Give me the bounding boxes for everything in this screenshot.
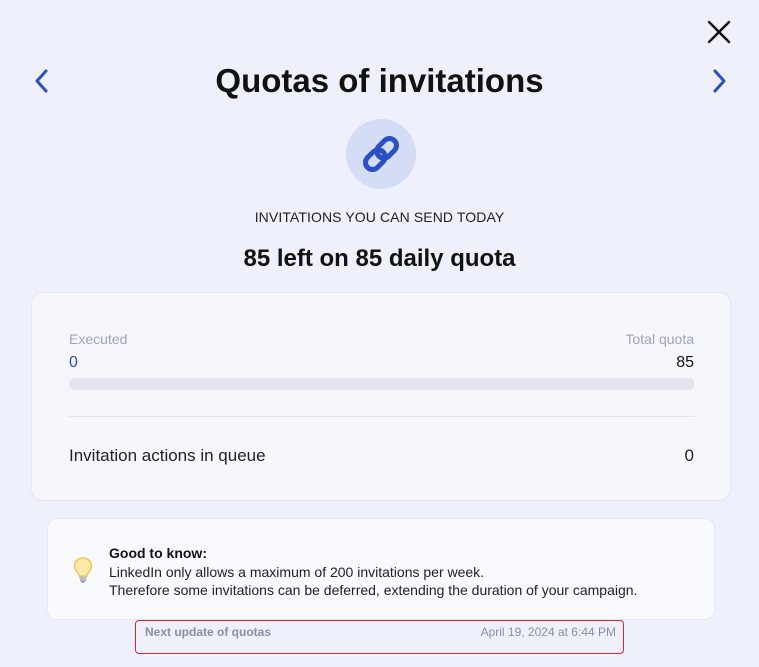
- quota-progress-bar: [69, 378, 695, 390]
- quota-headline: 85 left on 85 daily quota: [243, 245, 516, 272]
- total-quota-value: 85: [676, 354, 694, 371]
- quota-card: Executed Total quota 0 85 Invitation act…: [31, 292, 731, 501]
- next-update-date: April 19, 2024 at 6:44 PM: [480, 625, 616, 639]
- next-update-label: Next update of quotas: [145, 625, 272, 639]
- executed-value: 0: [69, 354, 78, 371]
- good-to-know-card: Good to know: LinkedIn only allows a max…: [47, 518, 715, 620]
- link-icon-badge: [346, 119, 416, 189]
- tip-text: LinkedIn only allows a maximum of 200 in…: [109, 564, 485, 580]
- executed-label: Executed: [69, 331, 128, 347]
- tip-title: Good to know:: [109, 545, 207, 561]
- close-button[interactable]: [706, 19, 732, 45]
- queue-label: Invitation actions in queue: [69, 446, 266, 465]
- link-icon: [363, 136, 399, 172]
- total-quota-label: Total quota: [625, 331, 695, 347]
- close-icon: [707, 20, 731, 44]
- tip-text: Therefore some invitations can be deferr…: [109, 582, 638, 598]
- next-update-row: Next update of quotas April 19, 2024 at …: [135, 620, 624, 654]
- divider: [69, 416, 695, 417]
- quota-subtitle: INVITATIONS YOU CAN SEND TODAY: [254, 209, 505, 225]
- page-title: Quotas of invitations: [215, 62, 544, 99]
- lightbulb-icon: [73, 557, 93, 583]
- queue-value: 0: [684, 446, 694, 465]
